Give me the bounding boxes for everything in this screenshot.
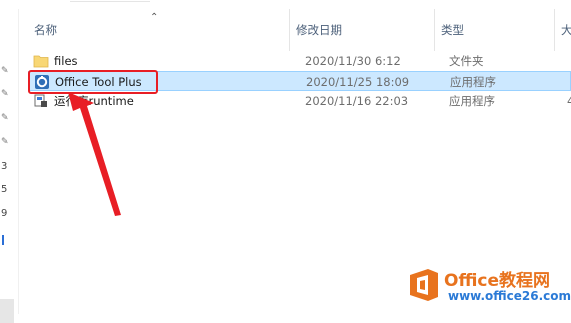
file-row-runtime[interactable]: 运行库runtime 2020/11/16 22:03 应用程序 4 xyxy=(28,91,571,111)
breadcrumb-strip xyxy=(0,0,571,9)
column-header-date[interactable]: 修改日期 xyxy=(289,9,434,51)
breadcrumb-edge xyxy=(70,0,150,2)
navigation-pane: ✎ ✎ ✎ ✎ 3 5 9 xyxy=(0,9,19,323)
folder-icon xyxy=(33,55,49,68)
column-header-type[interactable]: 类型 xyxy=(434,9,554,51)
nav-item-indicator xyxy=(2,235,4,245)
file-name: files xyxy=(54,54,78,68)
nav-item-label[interactable]: 5 xyxy=(1,184,7,195)
pin-icon[interactable]: ✎ xyxy=(1,66,9,76)
nav-item-label[interactable]: 9 xyxy=(1,208,7,219)
installer-icon xyxy=(34,94,47,107)
file-date: 2020/11/30 6:12 xyxy=(305,54,401,68)
column-header-name[interactable]: 名称 xyxy=(28,9,288,51)
watermark-logo: Office教程网 www.office26.com xyxy=(408,264,571,312)
watermark-url: www.office26.com xyxy=(448,289,571,303)
file-date: 2020/11/16 22:03 xyxy=(305,94,409,108)
file-type: 应用程序 xyxy=(450,75,496,89)
pin-icon[interactable]: ✎ xyxy=(1,113,9,123)
file-size: 4 xyxy=(567,94,571,108)
office-logo-icon xyxy=(410,269,438,301)
file-type: 文件夹 xyxy=(449,54,484,68)
column-header-size[interactable]: 大 xyxy=(554,9,571,51)
nav-item-label[interactable]: 3 xyxy=(1,161,7,172)
watermark-brand: Office教程网 xyxy=(444,271,551,291)
file-name: 运行库runtime xyxy=(54,94,134,108)
column-header-row: ⌃ 名称 修改日期 类型 大 xyxy=(18,9,571,51)
nav-scrollbar[interactable] xyxy=(0,299,14,323)
file-row-files[interactable]: files 2020/11/30 6:12 文件夹 xyxy=(28,51,571,71)
pin-icon[interactable]: ✎ xyxy=(1,137,9,147)
annotation-highlight-box xyxy=(28,70,158,94)
file-type: 应用程序 xyxy=(449,94,495,108)
file-date: 2020/11/25 18:09 xyxy=(306,75,410,89)
pin-icon[interactable]: ✎ xyxy=(1,89,9,99)
